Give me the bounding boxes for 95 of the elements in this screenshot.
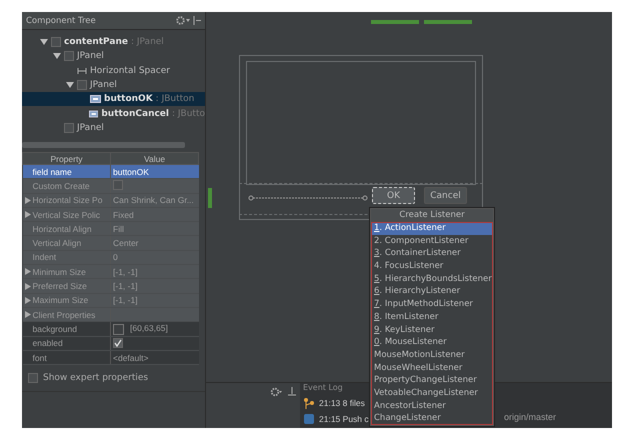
- menu-item[interactable]: 1. ActionListener: [371, 222, 493, 235]
- tree-item[interactable]: JPanel: [22, 120, 205, 136]
- document-icon: [303, 413, 315, 425]
- component-type: : JButto: [172, 108, 205, 119]
- log-entry: origin/master: [504, 412, 556, 422]
- column-marker[interactable]: [371, 20, 419, 24]
- log-entry: 21:13 8 files: [319, 398, 365, 408]
- property-name: Indent: [32, 252, 56, 262]
- property-name: field name: [32, 166, 72, 177]
- property-value: [-1, -1]: [113, 295, 138, 306]
- checkbox-label: Show expert properties: [43, 373, 148, 384]
- tree-item[interactable]: buttonOK : JButton: [22, 92, 205, 106]
- property-value: buttonOK: [113, 166, 149, 177]
- column-header: Value: [110, 152, 198, 164]
- hide-panel-icon[interactable]: [193, 16, 201, 25]
- panel-icon: [51, 37, 61, 48]
- spacer-icon: [77, 66, 87, 75]
- checkbox[interactable]: [113, 180, 123, 190]
- property-name: enabled: [32, 338, 63, 348]
- scrollbar[interactable]: [22, 142, 185, 148]
- property-name: Vertical Align: [32, 238, 82, 248]
- component-name: JPanel: [90, 80, 117, 90]
- row-marker[interactable]: [208, 188, 212, 208]
- menu-item[interactable]: 3. ContainerListener: [371, 247, 493, 260]
- property-name: Client Properties: [32, 310, 96, 320]
- tree-item[interactable]: Horizontal Spacer: [22, 64, 205, 78]
- property-name: background: [32, 324, 77, 334]
- property-value: Fixed: [113, 210, 134, 220]
- form-button[interactable]: Cancel: [424, 187, 467, 204]
- expand-arrow-icon[interactable]: [66, 81, 74, 90]
- component-name: Horizontal Spacer: [90, 66, 170, 76]
- expand-arrow-icon[interactable]: [40, 38, 48, 46]
- component-name: contentPane: [64, 37, 128, 48]
- form-button[interactable]: OK: [372, 187, 415, 204]
- tree-item[interactable]: JPanel: [22, 49, 205, 64]
- menu-item[interactable]: 8. ItemListener: [371, 310, 493, 324]
- component-name: buttonOK: [104, 94, 153, 104]
- hide-panel-icon[interactable]: [288, 387, 296, 397]
- menu-item[interactable]: 6. HierarchyListener: [371, 285, 493, 298]
- menu-item[interactable]: 7. InputMethodListener: [371, 298, 493, 311]
- property-value: [-1, -1]: [113, 281, 138, 292]
- component-name: JPanel: [77, 51, 104, 62]
- menu-item[interactable]: ChangeListener: [371, 412, 493, 425]
- spacer-drawing[interactable]: [248, 195, 368, 201]
- checkbox[interactable]: [113, 338, 123, 348]
- menu-item[interactable]: MouseWheelListener: [371, 362, 493, 374]
- menu-item[interactable]: 0. MouseListener: [371, 336, 493, 349]
- property-name: Minimum Size: [32, 266, 86, 277]
- component-name: JPanel: [77, 122, 104, 133]
- menu-item[interactable]: 4. FocusListener: [371, 260, 493, 273]
- settings-icon[interactable]: [270, 387, 282, 397]
- tree-item[interactable]: contentPane : JPanel: [22, 35, 205, 50]
- panel-icon: [77, 80, 87, 90]
- property-name: Horizontal Size Po: [32, 195, 102, 206]
- menu-item[interactable]: VetoableChangeListener: [371, 386, 493, 400]
- tree-item[interactable]: buttonCancel : JButto: [22, 106, 205, 121]
- color-swatch[interactable]: [113, 324, 124, 335]
- property-name: Custom Create: [32, 180, 90, 191]
- menu-item[interactable]: MouseMotionListener: [371, 348, 493, 362]
- log-entry: 21:15 Push c: [319, 414, 369, 424]
- panel-title: Event Log: [302, 383, 343, 394]
- property-name: Preferred Size: [32, 281, 87, 292]
- property-value: [-1, -1]: [113, 266, 138, 277]
- property-value: [60,63,65]: [130, 323, 168, 334]
- property-value: Can Shrink, Can Gr...: [113, 195, 194, 206]
- menu-item[interactable]: AncestorListener: [371, 400, 493, 412]
- button-icon: [88, 110, 98, 118]
- property-value: Center: [113, 238, 139, 248]
- button-icon: [90, 95, 101, 104]
- expand-arrow-icon[interactable]: [53, 52, 61, 60]
- property-value: <default>: [113, 352, 148, 362]
- menu-item[interactable]: PropertyChangeListener: [371, 374, 493, 387]
- menu-item[interactable]: 9. KeyListener: [371, 324, 493, 336]
- property-value: 0: [113, 252, 118, 262]
- checkbox[interactable]: [28, 373, 38, 384]
- property-name: Horizontal Align: [32, 224, 92, 234]
- panel-title: Component Tree: [26, 16, 96, 26]
- column-header: Property: [22, 152, 110, 164]
- property-name: font: [32, 352, 47, 362]
- tree-item[interactable]: JPanel: [22, 78, 205, 92]
- panel-icon: [64, 122, 74, 133]
- property-value: Fill: [113, 224, 124, 234]
- content-panel[interactable]: [246, 61, 476, 185]
- menu-item[interactable]: 2. ComponentListener: [371, 234, 493, 248]
- column-marker[interactable]: [424, 20, 472, 24]
- component-type: : JButton: [156, 94, 194, 104]
- property-name: Maximum Size: [32, 295, 88, 306]
- component-type: : JPanel: [130, 37, 164, 48]
- branch-icon: [303, 397, 315, 409]
- property-name: Vertical Size Polic: [32, 210, 100, 220]
- panel-icon: [64, 51, 74, 62]
- component-name: buttonCancel: [101, 108, 169, 119]
- menu-item[interactable]: 5. HierarchyBoundsListener: [371, 272, 493, 286]
- settings-icon[interactable]: [176, 16, 190, 25]
- menu-title: Create Listener: [371, 209, 493, 222]
